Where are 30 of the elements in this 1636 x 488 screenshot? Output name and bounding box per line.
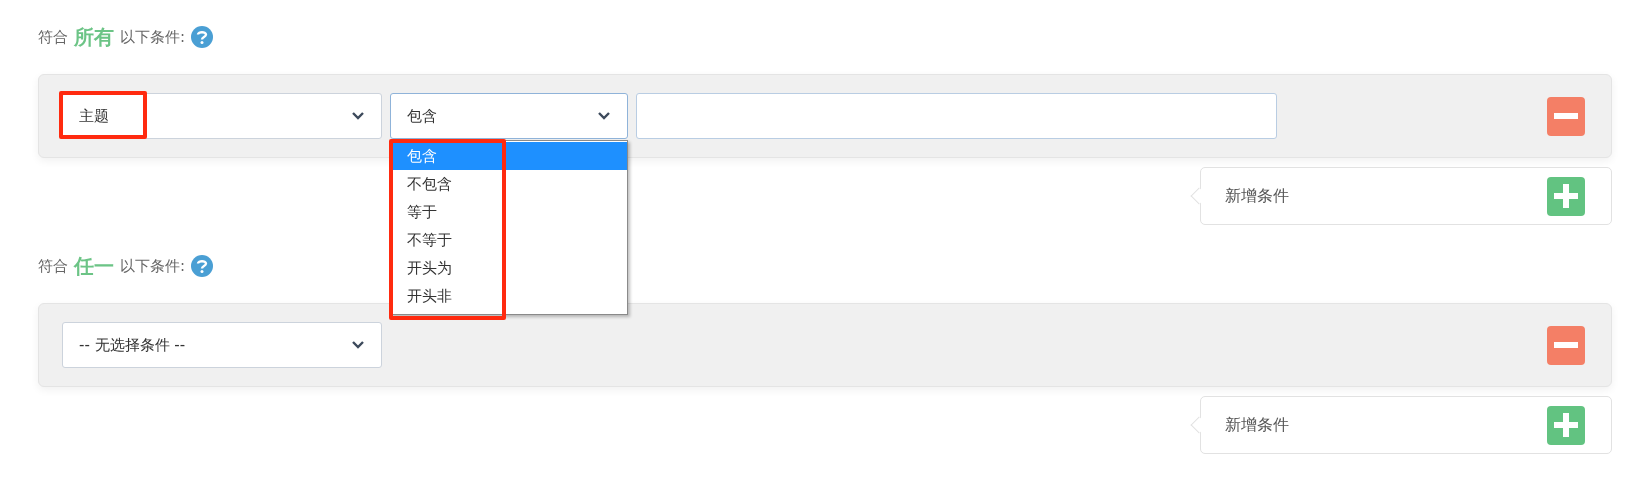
condition-heading: 以下条件: bbox=[120, 26, 186, 48]
remove-button[interactable] bbox=[1547, 96, 1585, 136]
plus-icon bbox=[1554, 184, 1578, 208]
dropdown-option[interactable]: 等于 bbox=[407, 200, 437, 224]
condition-quantifier: 任一 bbox=[74, 253, 114, 280]
plus-icon bbox=[1554, 413, 1578, 437]
select-field[interactable]: -- 无选择条件 -- bbox=[62, 322, 382, 368]
remove-button[interactable] bbox=[1547, 325, 1585, 365]
dropdown-option[interactable]: 开头非 bbox=[407, 284, 452, 308]
dropdown-option[interactable]: 不等于 bbox=[407, 228, 452, 252]
add-button[interactable] bbox=[1547, 405, 1585, 445]
minus-icon bbox=[1554, 342, 1578, 348]
help-icon[interactable] bbox=[191, 26, 214, 48]
chevron-down-icon bbox=[597, 111, 611, 121]
condition-heading: 符合 bbox=[38, 26, 68, 48]
select-field[interactable]: 主题 bbox=[62, 93, 382, 139]
help-icon[interactable] bbox=[191, 255, 214, 277]
condition-heading: 以下条件: bbox=[120, 255, 186, 277]
add-condition-label: 新增条件 bbox=[1225, 414, 1289, 436]
text-input-field[interactable] bbox=[636, 93, 1277, 139]
add-condition-label: 新增条件 bbox=[1225, 185, 1289, 207]
dropdown-option[interactable]: 开头为 bbox=[407, 256, 452, 280]
minus-icon bbox=[1554, 113, 1578, 119]
add-button[interactable] bbox=[1547, 176, 1585, 216]
condition-heading: 符合 bbox=[38, 255, 68, 277]
select-field[interactable]: 包含 bbox=[390, 93, 628, 139]
dropdown-option[interactable]: 不包含 bbox=[407, 172, 452, 196]
chevron-down-icon bbox=[351, 111, 365, 121]
condition-quantifier: 所有 bbox=[74, 24, 114, 51]
chevron-down-icon bbox=[351, 340, 365, 350]
